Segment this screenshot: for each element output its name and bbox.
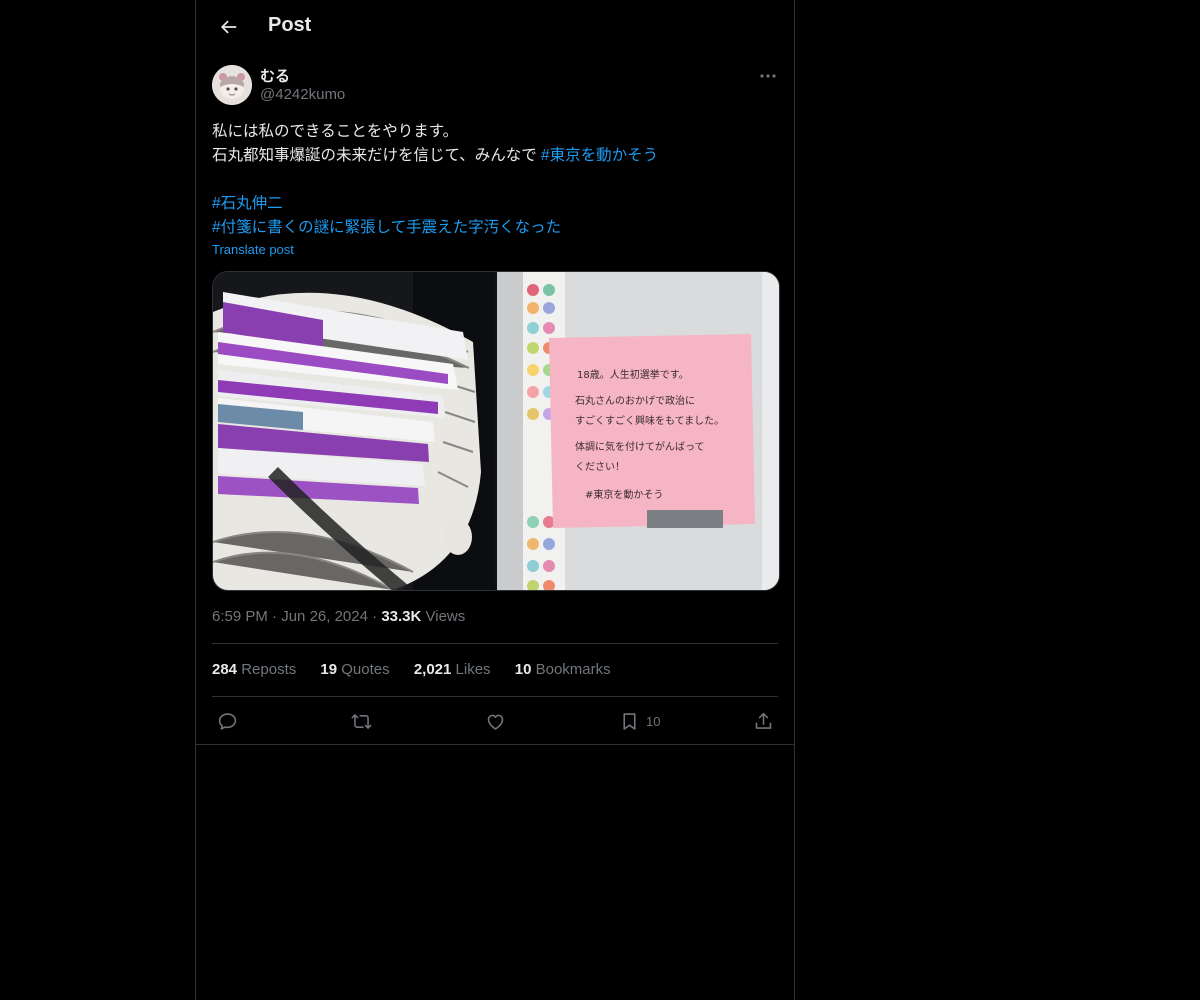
reply-button[interactable] xyxy=(217,706,238,736)
post-header: Post xyxy=(196,0,794,54)
meta-separator: · xyxy=(272,608,278,625)
reply-icon xyxy=(218,712,237,730)
bookmark-button[interactable]: 10 xyxy=(619,706,660,736)
views-count: 33.3K xyxy=(381,608,422,625)
translate-post-link[interactable]: Translate post xyxy=(212,242,294,257)
likes-label: Likes xyxy=(455,661,491,678)
like-button[interactable] xyxy=(485,706,506,736)
more-icon xyxy=(760,74,776,78)
post-time[interactable]: 6:59 PM xyxy=(212,608,268,625)
note-line: 18歳。人生初選挙です。 xyxy=(577,368,689,381)
bookmarks-stat[interactable]: 10 Bookmarks xyxy=(515,661,611,678)
likes-stat[interactable]: 2,021 Likes xyxy=(414,661,491,678)
quotes-label: Quotes xyxy=(341,661,390,678)
note-line: #東京を動かそう xyxy=(585,488,663,501)
post-column: Post むる @4242kumo 私には私のできることをやります。 石丸都知事… xyxy=(195,0,795,1000)
quotes-count: 19 xyxy=(320,661,338,678)
note-line: 体調に気を付けてがんばって xyxy=(575,440,705,453)
note-line: 石丸さんのおかげで政治に xyxy=(575,394,695,407)
repost-button[interactable] xyxy=(351,706,372,736)
meta-separator: · xyxy=(372,608,378,625)
author-display-name[interactable]: むる xyxy=(260,65,290,86)
sticky-note-illustration: 18歳。人生初選挙です。 石丸さんのおかげで政治に すごくすごく興味をもてました… xyxy=(497,272,779,590)
reposts-count: 284 xyxy=(212,661,238,678)
note-line: すごくすごく興味をもてました。 xyxy=(575,414,724,427)
views-label: Views xyxy=(425,608,466,625)
bookmark-icon xyxy=(623,712,636,730)
sticky-note-photo[interactable]: 18歳。人生初選挙です。 石丸さんのおかげで政治に すごくすごく興味をもてました… xyxy=(497,272,779,590)
divider xyxy=(212,696,778,697)
note-line: ください！ xyxy=(575,461,625,473)
likes-count: 2,021 xyxy=(413,661,452,678)
more-options-button[interactable] xyxy=(758,66,778,86)
divider xyxy=(212,643,778,644)
hashtag-link[interactable]: #東京を動かそう xyxy=(541,147,658,164)
heart-icon xyxy=(487,714,504,730)
post-line-2-text: 石丸都知事爆誕の未来だけを信じて、みんなで xyxy=(212,147,542,164)
share-icon xyxy=(755,712,772,729)
reposts-stat[interactable]: 284 Reposts xyxy=(212,661,296,678)
bookmarks-label: Bookmarks xyxy=(535,661,611,678)
engagement-stats: 284 Reposts 19 Quotes 2,021 Likes 10 Boo… xyxy=(212,661,631,678)
author-handle[interactable]: @4242kumo xyxy=(260,86,345,103)
bag-of-leaflets-photo[interactable] xyxy=(213,272,495,590)
bookmark-count: 10 xyxy=(646,713,661,729)
hashtag-link[interactable]: #石丸伸二 xyxy=(212,195,283,212)
avatar[interactable] xyxy=(212,65,252,105)
media-grid: 18歳。人生初選挙です。 石丸さんのおかげで政治に すごくすごく興味をもてました… xyxy=(212,271,780,591)
post-date[interactable]: Jun 26, 2024 xyxy=(281,608,368,625)
repost-icon xyxy=(351,713,372,729)
share-button[interactable] xyxy=(753,706,774,736)
page-title: Post xyxy=(268,14,312,36)
divider xyxy=(196,744,794,745)
quotes-stat[interactable]: 19 Quotes xyxy=(320,661,389,678)
post-text: 私には私のできることをやります。 石丸都知事爆誕の未来だけを信じて、みんなで #… xyxy=(212,120,777,240)
post-meta: 6:59 PM · Jun 26, 2024 · 33.3K Views xyxy=(212,608,465,625)
hashtag-link[interactable]: #付箋に書くの謎に緊張して手震えた字汚くなった xyxy=(212,219,561,236)
arrow-left-icon xyxy=(220,20,237,34)
post-line-2: 石丸都知事爆誕の未来だけを信じて、みんなで #東京を動かそう xyxy=(212,144,777,168)
back-button[interactable] xyxy=(212,13,240,41)
action-bar: 10 xyxy=(196,706,794,736)
reposts-label: Reposts xyxy=(241,661,297,678)
bookmarks-count: 10 xyxy=(514,661,532,678)
leaflets-illustration xyxy=(213,272,495,590)
post-line-1: 私には私のできることをやります。 xyxy=(212,123,459,140)
avatar-illustration xyxy=(212,65,252,105)
